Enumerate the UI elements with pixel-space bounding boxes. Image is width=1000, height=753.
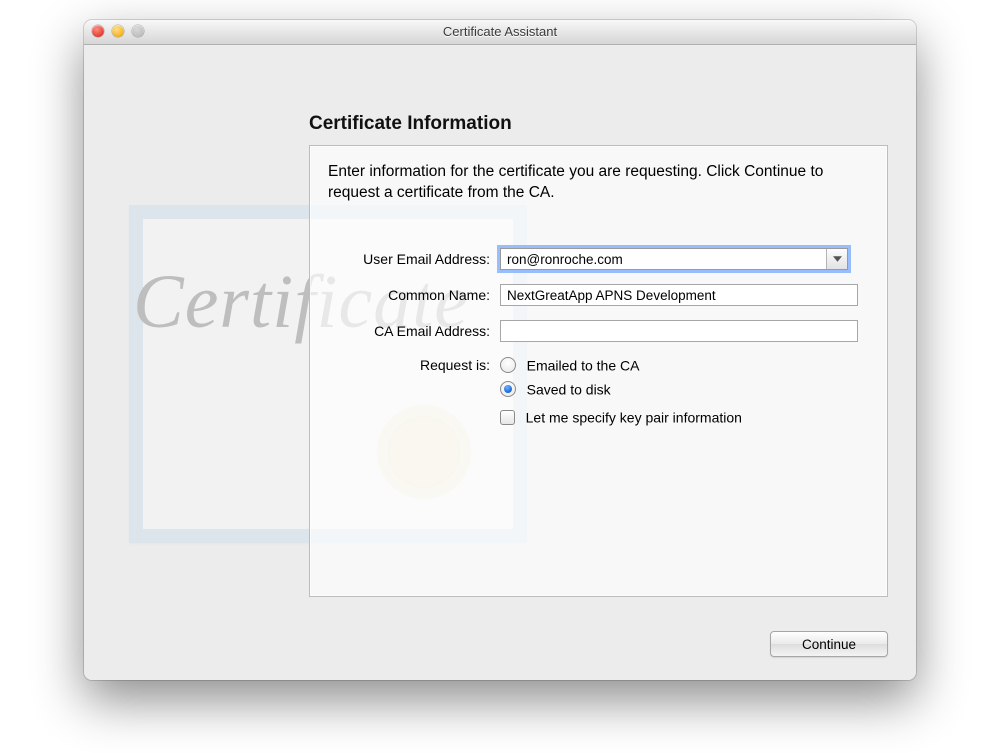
label-user-email: User Email Address: <box>310 251 500 267</box>
ca-email-input[interactable] <box>500 320 858 342</box>
row-keypair: Let me specify key pair information <box>310 404 887 430</box>
minimize-icon[interactable] <box>112 25 124 37</box>
row-request-emailed: Request is: Emailed to the CA <box>310 352 887 378</box>
radio-emailed[interactable] <box>500 357 516 373</box>
option-keypair-label: Let me specify key pair information <box>526 409 742 425</box>
page-title: Certificate Information <box>309 113 512 135</box>
close-icon[interactable] <box>92 25 104 37</box>
option-saved-label: Saved to disk <box>527 381 611 397</box>
label-request-is: Request is: <box>310 357 500 373</box>
row-user-email: User Email Address: <box>310 246 887 272</box>
row-common-name: Common Name: <box>310 282 887 308</box>
option-emailed-label: Emailed to the CA <box>527 357 640 373</box>
row-request-saved: Saved to disk <box>310 376 887 402</box>
label-common-name: Common Name: <box>310 287 500 303</box>
checkbox-keypair[interactable] <box>500 410 515 425</box>
common-name-input[interactable] <box>500 284 858 306</box>
user-email-combobox[interactable] <box>500 248 848 270</box>
chevron-down-icon <box>833 256 842 262</box>
row-ca-email: CA Email Address: <box>310 318 887 344</box>
window-controls <box>92 25 144 37</box>
label-ca-email: CA Email Address: <box>310 323 500 339</box>
continue-button[interactable]: Continue <box>770 631 888 657</box>
instructions-text: Enter information for the certificate yo… <box>328 162 868 204</box>
content-area: Certificate Information Enter informatio… <box>84 45 916 680</box>
user-email-input[interactable] <box>501 249 826 269</box>
form-panel: Enter information for the certificate yo… <box>309 145 888 597</box>
titlebar: Certificate Assistant <box>84 20 916 45</box>
radio-saved[interactable] <box>500 381 516 397</box>
window: Certificate Assistant Certificate Inform… <box>84 20 916 680</box>
window-title: Certificate Assistant <box>443 24 557 39</box>
zoom-icon[interactable] <box>132 25 144 37</box>
dropdown-button[interactable] <box>826 249 847 269</box>
